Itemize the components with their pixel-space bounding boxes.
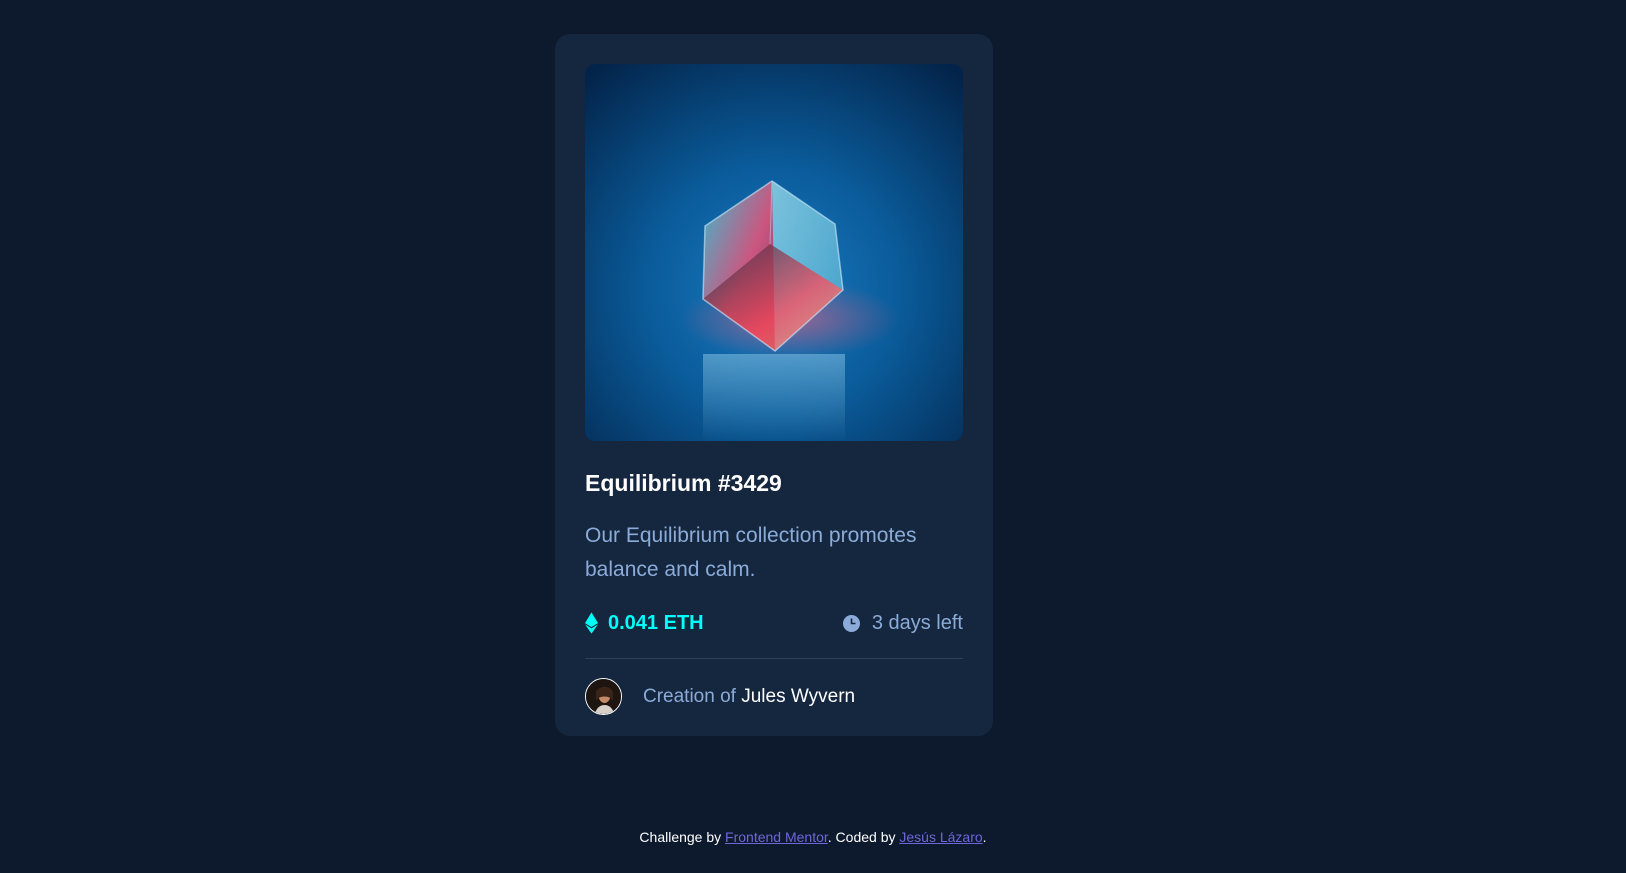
ethereum-icon — [585, 612, 598, 634]
attribution-suffix: . — [982, 829, 987, 845]
nft-card: Equilibrium #3429 Our Equilibrium collec… — [555, 34, 993, 736]
avatar — [585, 678, 622, 715]
author-link[interactable]: Jesús Lázaro — [899, 829, 982, 845]
creator: Creation of Jules Wyvern — [585, 678, 963, 715]
creator-text: Creation of Jules Wyvern — [643, 686, 855, 708]
creator-name[interactable]: Jules Wyvern — [741, 686, 855, 707]
nft-stats: 0.041 ETH 3 days left — [585, 609, 963, 637]
nft-title[interactable]: Equilibrium #3429 — [585, 469, 963, 497]
challenge-prefix: Challenge by — [639, 829, 722, 845]
coded-prefix: . Coded by — [827, 829, 896, 845]
creator-prefix: Creation of — [643, 685, 736, 707]
equilibrium-cube-image — [585, 64, 963, 441]
divider — [585, 658, 963, 659]
time-left: 3 days left — [842, 611, 963, 635]
frontend-mentor-link[interactable]: Frontend Mentor — [725, 829, 828, 845]
nft-image[interactable] — [585, 64, 963, 441]
price-value: 0.041 ETH — [608, 611, 704, 634]
time-value: 3 days left — [871, 611, 963, 634]
price: 0.041 ETH — [585, 612, 704, 635]
nft-description: Our Equilibrium collection promotes bala… — [585, 524, 917, 581]
attribution: Challenge by Frontend Mentor. Coded by J… — [0, 829, 1626, 845]
clock-icon — [842, 614, 860, 632]
